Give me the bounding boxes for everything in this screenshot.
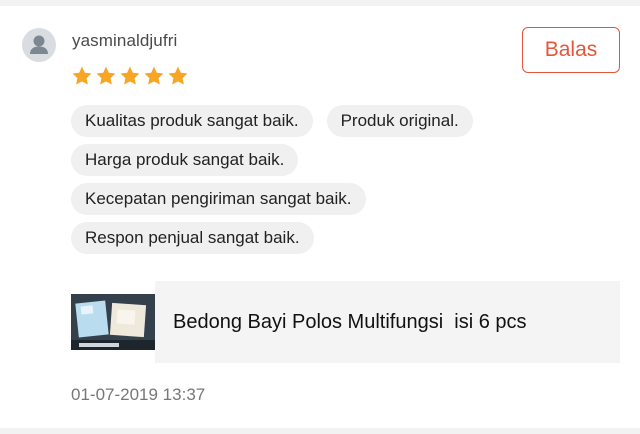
tag-row: Harga produk sangat baik. [71, 144, 541, 176]
bottom-divider [0, 428, 640, 434]
review-tag: Kualitas produk sangat baik. [71, 105, 313, 137]
tag-row: Respon penjual sangat baik. [71, 222, 541, 254]
review-tag: Respon penjual sangat baik. [71, 222, 314, 254]
product-link[interactable]: Bedong Bayi Polos Multifungsi isi 6 pcs [71, 281, 620, 363]
user-avatar-icon[interactable] [22, 28, 56, 62]
star-icon [72, 66, 92, 85]
reviewer-username[interactable]: yasminaldjufri [72, 31, 177, 51]
star-icon [144, 66, 164, 85]
review-tag: Kecepatan pengiriman sangat baik. [71, 183, 366, 215]
review-tags: Kualitas produk sangat baik. Produk orig… [71, 105, 541, 261]
review-tag: Harga produk sangat baik. [71, 144, 299, 176]
review-tag: Produk original. [326, 105, 473, 137]
review-card: yasminaldjufri Balas Kualitas produk san… [0, 0, 640, 434]
tag-row: Kecepatan pengiriman sangat baik. [71, 183, 541, 215]
review-timestamp: 01-07-2019 13:37 [71, 385, 206, 404]
product-name[interactable]: Bedong Bayi Polos Multifungsi isi 6 pcs [173, 311, 527, 334]
product-info[interactable]: Bedong Bayi Polos Multifungsi isi 6 pcs [155, 281, 620, 363]
top-divider [0, 0, 640, 6]
product-thumbnail[interactable] [71, 294, 155, 350]
star-icon [96, 66, 116, 85]
star-icon [168, 66, 188, 85]
star-icon [120, 66, 140, 85]
tag-row: Kualitas produk sangat baik. Produk orig… [71, 105, 541, 137]
reply-button[interactable]: Balas [522, 27, 620, 73]
rating-stars [71, 65, 189, 87]
